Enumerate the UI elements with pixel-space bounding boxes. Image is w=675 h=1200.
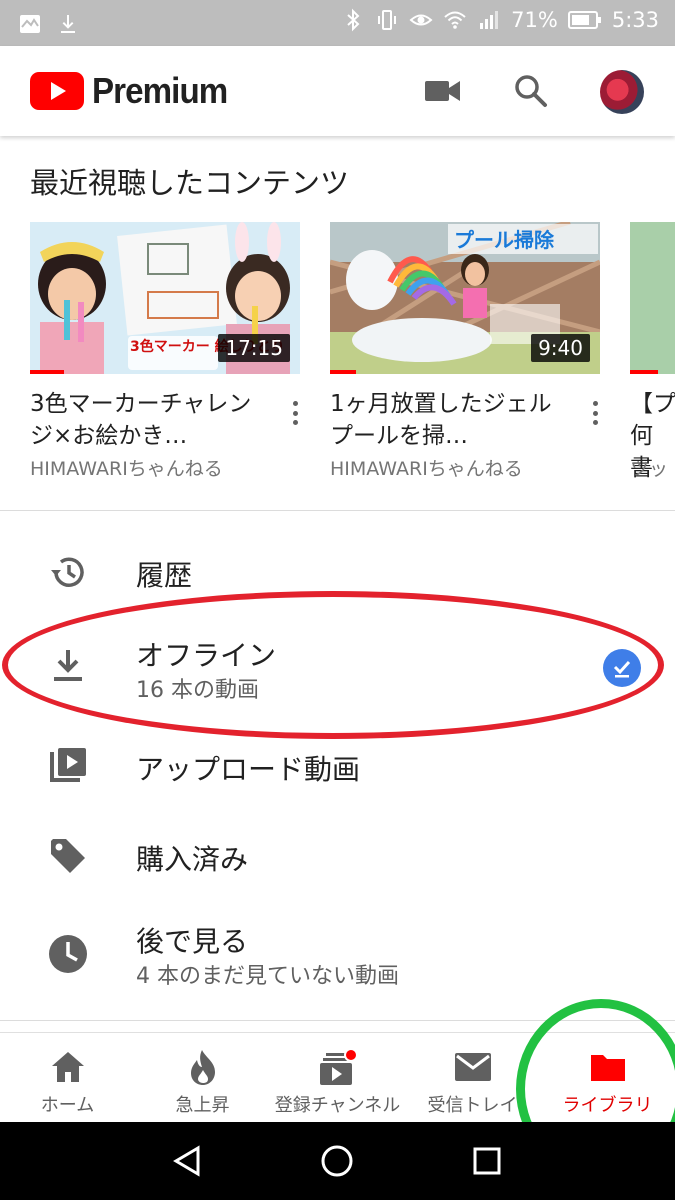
search-button[interactable]: [508, 68, 554, 114]
library-item-watch-later[interactable]: 後で見る 4 本のまだ見ていない動画: [0, 912, 675, 992]
uploads-icon: [44, 742, 92, 790]
nav-inbox[interactable]: 受信トレイ: [405, 1033, 540, 1123]
video-title[interactable]: 1ヶ月放置したジェルプールを掃…: [330, 388, 570, 452]
section-divider: [0, 510, 675, 511]
nav-label: ホーム: [40, 1095, 95, 1116]
battery-percent: 71%: [511, 8, 558, 32]
video-thumbnail[interactable]: [630, 222, 675, 374]
history-icon: [44, 548, 92, 596]
video-duration: 17:15: [218, 334, 290, 362]
library-item-history[interactable]: 履歴: [0, 532, 675, 612]
thumbnail-caption: プール掃除: [454, 228, 555, 252]
video-channel: ツッ: [630, 458, 669, 480]
home-system-button[interactable]: [317, 1141, 357, 1181]
signal-icon: [480, 11, 499, 29]
video-thumbnail[interactable]: 3色マーカー 絵しりとり 17:15: [30, 222, 300, 374]
bottom-navigation: ホーム 急上昇 登録チャンネル 受信トレイ ライブラリ: [0, 1032, 675, 1122]
video-thumbnail[interactable]: プール掃除 9:40: [330, 222, 600, 374]
downloaded-check-icon: [603, 649, 641, 687]
activity-notification-icon: [20, 15, 40, 33]
nav-label: 登録チャンネル: [274, 1095, 401, 1116]
video-channel: HIMAWARIちゃんねる: [330, 458, 523, 480]
recent-video-card[interactable]: プール掃除 9:40 1ヶ月放置したジェルプールを掃… HIMAWARIちゃんね…: [330, 222, 600, 480]
nav-subscriptions[interactable]: 登録チャンネル: [270, 1033, 405, 1123]
library-item-subtitle: 16 本の動画: [136, 678, 259, 703]
eye-comfort-icon: [409, 14, 433, 26]
mail-icon: [453, 1047, 493, 1087]
logo-wordmark: Premium: [92, 70, 228, 111]
more-options-icon[interactable]: [286, 398, 304, 428]
clock-icon: [44, 930, 92, 978]
library-folder-icon: [588, 1047, 628, 1087]
search-icon: [515, 75, 547, 107]
wifi-icon: [444, 11, 466, 29]
video-channel: HIMAWARIちゃんねる: [30, 458, 223, 480]
app-bar: Premium: [0, 46, 675, 136]
recent-videos-carousel[interactable]: 3色マーカー 絵しりとり 17:15 3色マーカーチャレンジ×お絵かき… HIM…: [0, 222, 675, 482]
library-item-label: 購入済み: [136, 843, 249, 876]
youtube-play-logo-icon: [30, 72, 84, 110]
library-item-offline[interactable]: オフライン 16 本の動画: [0, 626, 675, 706]
flame-icon: [183, 1047, 223, 1087]
bluetooth-icon: [347, 8, 360, 32]
nav-library[interactable]: ライブラリ: [540, 1033, 675, 1123]
video-title[interactable]: 3色マーカーチャレンジ×お絵かき…: [30, 388, 270, 452]
section-divider: [0, 1020, 675, 1021]
recent-section-title: 最近視聴したコンテンツ: [30, 166, 350, 200]
vibrate-icon: [378, 10, 397, 30]
home-circle-icon: [321, 1145, 353, 1177]
back-triangle-icon: [173, 1145, 200, 1177]
library-item-label: アップロード動画: [136, 753, 361, 786]
nav-label: 受信トレイ: [427, 1095, 518, 1116]
status-bar: 71% 5:33: [0, 0, 675, 46]
account-avatar[interactable]: [600, 70, 644, 114]
home-icon: [48, 1047, 88, 1087]
recent-video-card[interactable]: 【プ 何書 ツッ: [630, 222, 675, 481]
nav-trending[interactable]: 急上昇: [135, 1033, 270, 1123]
watch-progress-bar: [630, 370, 658, 374]
back-button[interactable]: [167, 1141, 207, 1181]
nav-home[interactable]: ホーム: [0, 1033, 135, 1123]
library-item-purchases[interactable]: 購入済み: [0, 816, 675, 896]
watch-progress-bar: [30, 370, 64, 374]
tag-icon: [44, 832, 92, 880]
battery-icon: [567, 11, 601, 29]
video-duration: 9:40: [531, 334, 590, 362]
more-options-icon[interactable]: [586, 398, 604, 428]
download-notification-icon: [61, 15, 75, 33]
library-item-uploads[interactable]: アップロード動画: [0, 726, 675, 806]
clock-time: 5:33: [611, 8, 659, 32]
library-item-subtitle: 4 本のまだ見ていない動画: [136, 964, 399, 989]
library-item-label: 後で見る: [136, 925, 249, 958]
download-icon: [44, 642, 92, 690]
recents-square-icon: [473, 1147, 501, 1175]
thumbnail-image: [630, 222, 675, 374]
library-item-label: 履歴: [136, 559, 193, 592]
watch-progress-bar: [330, 370, 356, 374]
recent-video-card[interactable]: 3色マーカー 絵しりとり 17:15 3色マーカーチャレンジ×お絵かき… HIM…: [30, 222, 300, 480]
youtube-premium-logo[interactable]: Premium: [30, 70, 239, 112]
system-navigation-bar: [0, 1122, 675, 1200]
nav-label: ライブラリ: [562, 1095, 653, 1116]
video-camera-icon: [425, 81, 460, 101]
subscriptions-icon: [318, 1047, 358, 1087]
recents-button[interactable]: [467, 1141, 507, 1181]
library-item-label: オフライン: [136, 639, 277, 672]
nav-label: 急上昇: [175, 1095, 230, 1116]
upload-video-button[interactable]: [420, 68, 466, 114]
